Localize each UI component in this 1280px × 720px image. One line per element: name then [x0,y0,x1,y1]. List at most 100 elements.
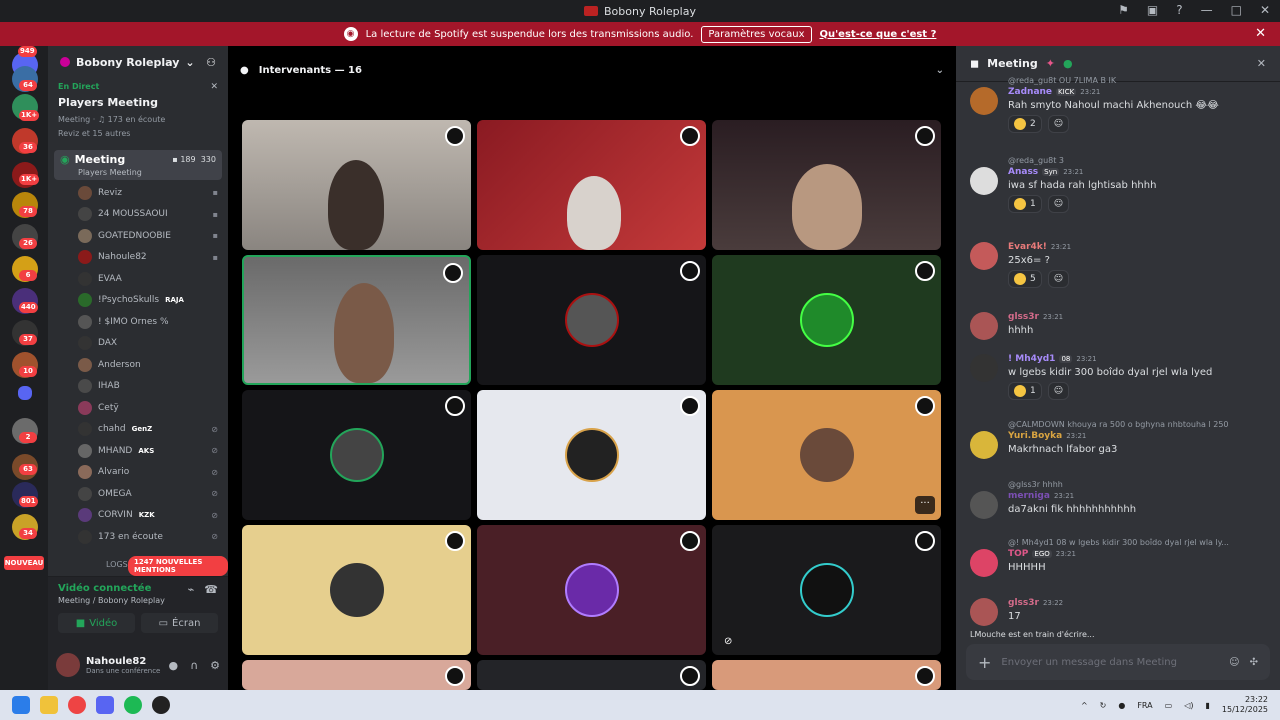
message-author[interactable]: glss3r [1008,598,1039,608]
network-icon[interactable]: ▭ [1165,701,1173,710]
avatar[interactable] [970,598,998,626]
message-author[interactable]: merniga [1008,491,1050,501]
close-live-icon[interactable]: ✕ [210,82,218,92]
maximize-button[interactable]: □ [1231,3,1242,17]
video-tile[interactable] [242,660,471,690]
add-reaction-button[interactable]: ☺ [1047,270,1070,288]
message-author[interactable]: Zadnane [1008,87,1052,97]
video-tile[interactable] [712,660,941,690]
video-tile[interactable] [242,390,471,520]
help-icon[interactable]: ? [1176,3,1182,17]
screen-icon[interactable]: ▣ [1147,3,1158,17]
settings-gear-icon[interactable]: ⚙ [210,659,220,672]
battery-icon[interactable]: ▮ [1205,701,1209,710]
reaction[interactable]: 1 [1008,382,1042,400]
pin-icon[interactable] [915,396,935,416]
voice-member[interactable]: GOATEDNOOBIE ▪ [48,225,228,247]
pin-icon[interactable] [445,531,465,551]
apps-icon[interactable]: ✣ [1250,657,1258,668]
avatar[interactable] [970,491,998,519]
avatar[interactable] [970,354,998,382]
pin-icon[interactable] [680,396,700,416]
avatar[interactable] [970,242,998,270]
chat-message[interactable]: Evar4k! 23:21 25x6= ? 5 ☺ [970,240,1270,288]
folder-icon[interactable] [18,386,32,400]
chat-message[interactable]: @reda_gu8t 3 Anass Syn 23:21 iwa sf hada rah… [970,156,1270,213]
reply-preview[interactable]: @CALMDOWN khouya ra 500 o bghyna nhbtouh… [970,420,1270,429]
avatar[interactable] [56,653,80,677]
avatar[interactable] [970,549,998,577]
voice-member[interactable]: MHAND AKS ⊘ [48,440,228,462]
spotify-taskbar-icon[interactable] [124,696,142,714]
chevron-up-icon[interactable]: ^ [1081,701,1088,710]
reaction[interactable]: 1 [1008,195,1042,213]
reaction[interactable]: 2 [1008,115,1042,133]
channel-meeting[interactable]: ◉ Meeting ▪ 189 330 Players Meeting [54,150,222,180]
new-badge[interactable]: NOUVEAU [4,556,44,570]
voice-member[interactable]: Cetÿ [48,397,228,419]
message-author[interactable]: Yuri.Boyka [1008,431,1062,441]
voice-member[interactable]: Reviz ▪ [48,182,228,204]
video-tile[interactable] [477,120,706,250]
disconnect-icon[interactable]: ☎ [204,583,218,605]
server-header[interactable]: Bobony Roleplay ⌄ ⚇ [48,46,228,78]
pin-icon[interactable] [915,531,935,551]
voice-member[interactable]: EVAA [48,268,228,290]
language-indicator[interactable]: FRA [1137,701,1152,710]
add-reaction-button[interactable]: ☺ [1047,115,1070,133]
pin-icon[interactable] [445,666,465,686]
pin-icon[interactable] [680,261,700,281]
live-event[interactable]: En Direct ✕ Players Meeting Meeting · ♫ 1… [48,78,228,142]
chevron-down-icon[interactable]: ⌄ [936,65,944,76]
avatar[interactable] [970,87,998,115]
add-reaction-button[interactable]: ☺ [1047,195,1070,213]
minimize-button[interactable]: — [1201,3,1213,17]
microphone-icon[interactable]: ● [168,659,178,672]
windows-start-icon[interactable] [12,696,30,714]
pin-icon[interactable] [443,263,463,283]
voice-member[interactable]: IHAB [48,376,228,398]
voice-location[interactable]: Meeting / Bobony Roleplay [58,596,165,605]
pin-icon[interactable] [915,261,935,281]
more-options-icon[interactable]: ··· [915,496,935,514]
stage-header[interactable]: ● Intervenants — 16 ⌄ [228,46,956,94]
video-tile[interactable] [712,255,941,385]
pin-icon[interactable] [445,396,465,416]
noise-icon[interactable]: ⌁ [188,583,195,605]
video-tile[interactable] [477,390,706,520]
voice-member[interactable]: !PsychoSkulls RAJA [48,290,228,312]
video-tile[interactable] [477,525,706,655]
pin-icon[interactable] [680,126,700,146]
volume-icon[interactable]: ◁) [1184,701,1193,710]
pin-icon[interactable] [915,666,935,686]
reply-preview[interactable]: @reda_gu8t 3 [970,156,1270,165]
headset-icon[interactable]: ∩ [190,659,198,672]
message-author[interactable]: ! Mh4yd1 [1008,354,1055,364]
video-tile[interactable] [477,660,706,690]
video-button[interactable]: ■ Vidéo [58,613,135,633]
reply-preview[interactable]: @glss3r hhhh [970,480,1270,489]
clock[interactable]: 23:22 15/12/2025 [1222,695,1268,715]
chat-message[interactable]: @glss3r hhhh merniga 23:21 da7akni fik hhhh… [970,480,1270,519]
avatar[interactable] [970,431,998,459]
voice-member[interactable]: OMEGA ⊘ [48,483,228,505]
reaction[interactable]: 5 [1008,270,1042,288]
chrome-icon[interactable] [68,696,86,714]
emoji-icon[interactable]: ☺ [1229,657,1239,668]
voice-settings-button[interactable]: Paramètres vocaux [701,25,812,43]
message-composer[interactable]: + Envoyer un message dans Meeting ☺ ✣ [966,644,1270,680]
video-tile-speaking[interactable] [242,255,471,385]
close-banner-icon[interactable]: ✕ [1255,26,1266,41]
avatar[interactable] [970,312,998,340]
message-author[interactable]: TOP [1008,549,1028,559]
chat-message[interactable]: ! Mh4yd1 08 23:21 w lgebs kidir 300 boîdo d… [970,352,1270,400]
pin-icon[interactable] [915,126,935,146]
inbox-icon[interactable]: ⚑ [1118,3,1129,17]
pin-icon[interactable] [445,126,465,146]
pin-icon[interactable] [680,531,700,551]
file-explorer-icon[interactable] [40,696,58,714]
discord-taskbar-icon[interactable] [96,696,114,714]
reply-preview[interactable]: @! Mh4yd1 08 w lgebs kidir 300 boîdo dya… [970,538,1270,547]
voice-status[interactable]: Vidéo connectée [58,583,165,594]
close-window-button[interactable]: ✕ [1260,3,1270,17]
